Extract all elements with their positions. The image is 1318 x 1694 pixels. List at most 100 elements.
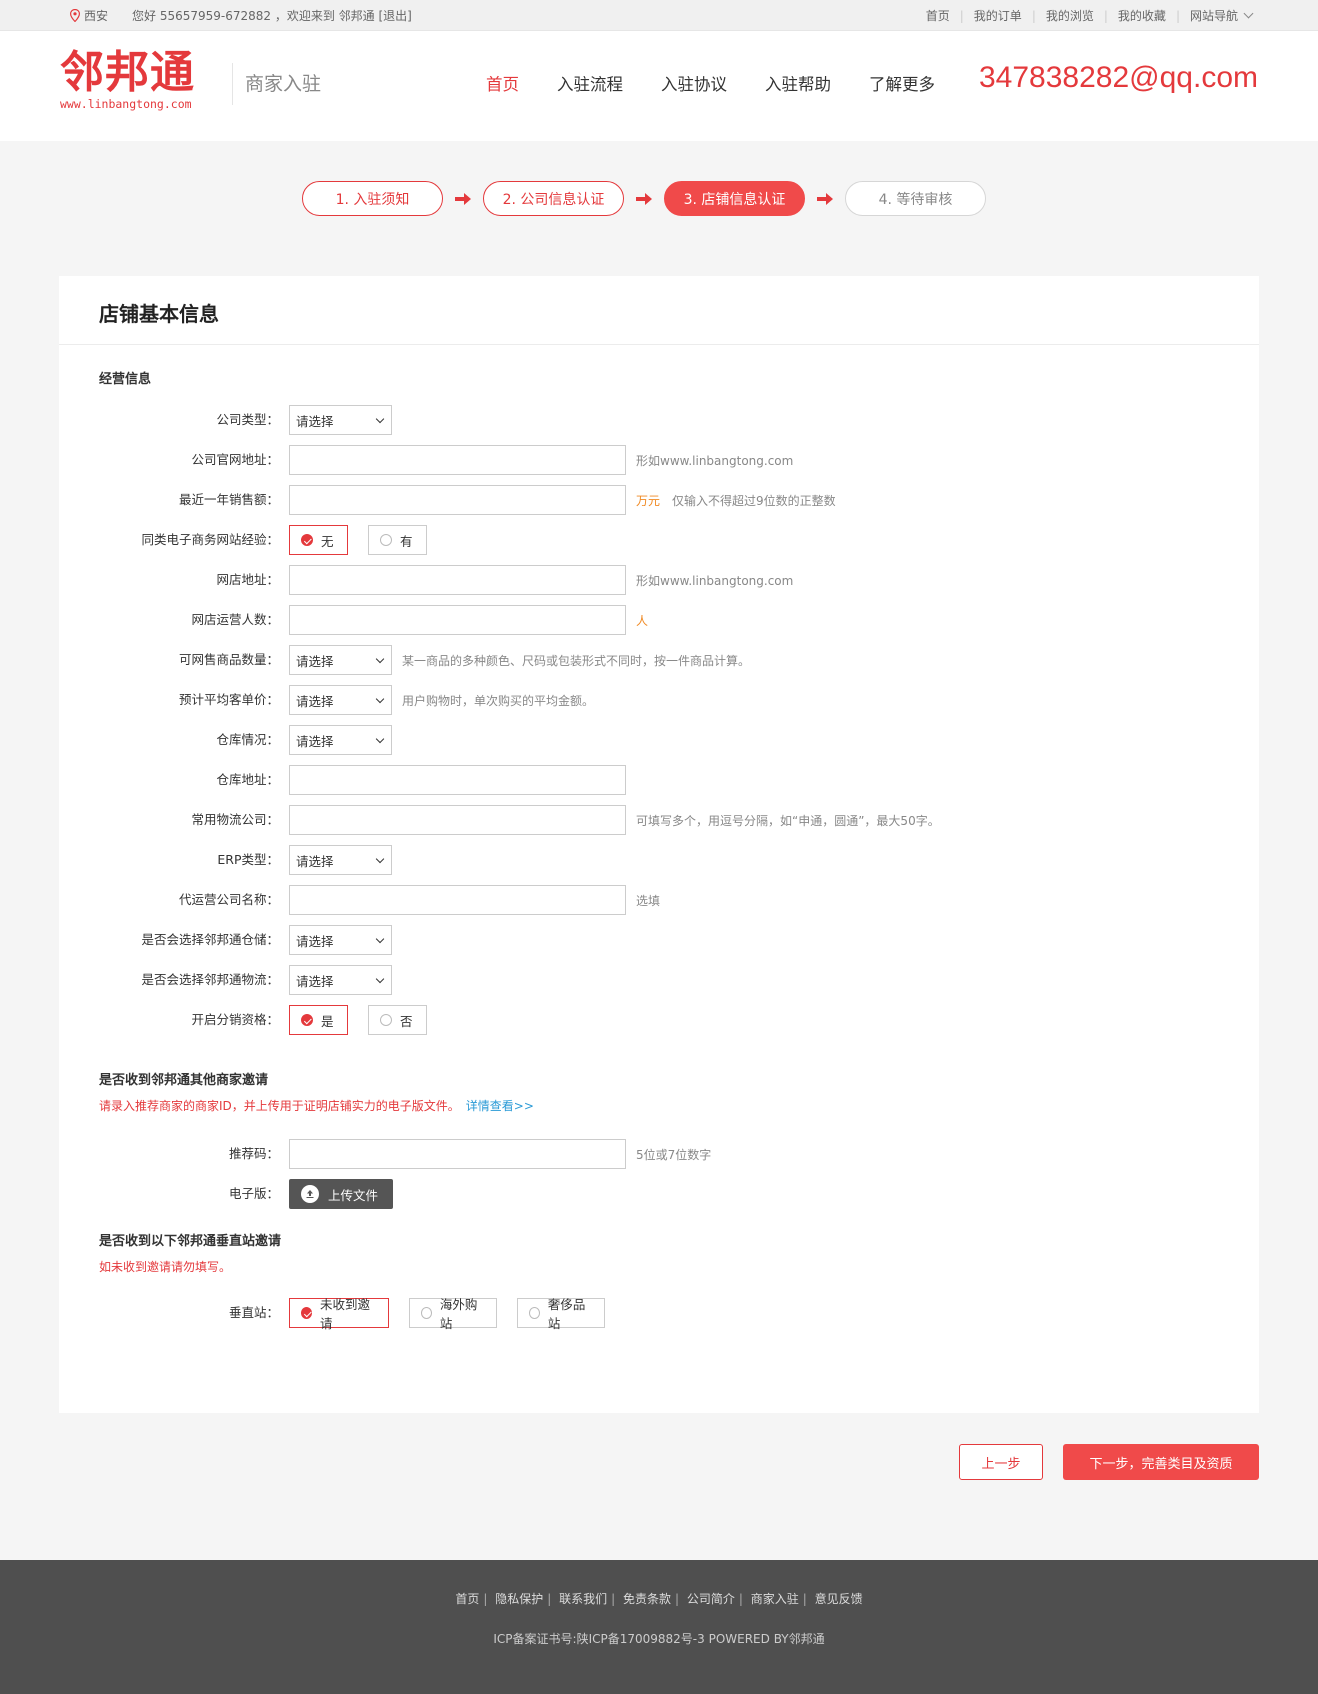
row-product-count: 可网售商品数量： 请选择 某一商品的多种颜色、尺码或包装形式不同时，按一件商品计算… xyxy=(59,645,1259,675)
top-link-home[interactable]: 首页 xyxy=(926,7,950,24)
city-label[interactable]: 西安 xyxy=(84,7,108,24)
logo-url: www.linbangtong.com xyxy=(60,97,192,111)
radio-circle-icon xyxy=(421,1307,432,1319)
nav-agreement[interactable]: 入驻协议 xyxy=(661,71,727,95)
footer-link-contact[interactable]: 联系我们 xyxy=(559,1592,607,1606)
label-erp-type: ERP类型： xyxy=(217,852,279,867)
input-logistics[interactable] xyxy=(289,805,626,835)
unit-staff-count: 人 xyxy=(636,613,649,628)
logo-divider xyxy=(232,63,233,105)
upload-label: 上传文件 xyxy=(328,1187,379,1203)
footer-link-disclaimer[interactable]: 免责条款 xyxy=(623,1592,671,1606)
input-staff-count[interactable] xyxy=(289,605,626,635)
row-electronic: 电子版： 上传文件 xyxy=(59,1179,1259,1209)
radio-circle-icon xyxy=(529,1307,540,1319)
next-step-button[interactable]: 下一步，完善类目及资质 xyxy=(1063,1444,1259,1480)
label-company-site: 公司官网地址： xyxy=(191,452,279,467)
radio-circle-icon xyxy=(380,534,392,546)
select-erp-type[interactable]: 请选择 xyxy=(289,845,392,875)
row-warehouse: 仓库情况： 请选择 xyxy=(59,725,1259,755)
separator: | xyxy=(738,1592,743,1606)
nav-home[interactable]: 首页 xyxy=(486,71,519,95)
hint-annual-sales: 仅输入不得超过9位数的正整数 xyxy=(672,493,836,508)
details-link[interactable]: 详情查看>> xyxy=(466,1099,534,1113)
chevron-down-icon[interactable] xyxy=(1243,8,1254,19)
check-circle-icon xyxy=(301,534,313,546)
input-annual-sales[interactable] xyxy=(289,485,626,515)
footer-link-about[interactable]: 公司简介 xyxy=(687,1592,735,1606)
select-use-logistics[interactable]: 请选择 xyxy=(289,965,392,995)
row-annual-sales: 最近一年销售额： 万元 仅输入不得超过9位数的正整数 xyxy=(59,485,1259,515)
section-vertical-note: 如未收到邀请请勿填写。 xyxy=(99,1260,232,1274)
radio-distribution-no[interactable]: 否 xyxy=(368,1005,427,1035)
row-referral-code: 推荐码： 5位或7位数字 xyxy=(59,1139,1259,1169)
input-referral-code[interactable] xyxy=(289,1139,626,1169)
select-avg-price[interactable]: 请选择 xyxy=(289,685,392,715)
radio-label: 无 xyxy=(321,533,334,549)
radio-vertical-none[interactable]: 未收到邀请 xyxy=(289,1297,389,1331)
row-agency-name: 代运营公司名称： 选填 xyxy=(59,885,1259,915)
radio-circle-icon xyxy=(380,1014,392,1026)
chevron-down-icon xyxy=(375,654,385,664)
input-agency-name[interactable] xyxy=(289,885,626,915)
site-logo[interactable]: 邻邦通 www.linbangtong.com xyxy=(60,49,220,119)
footer-link-home[interactable]: 首页 xyxy=(455,1592,479,1606)
arrow-right-icon xyxy=(805,192,845,205)
greeting-text: 您好 55657959-672882 ，欢迎来到 邻邦通 [退出] xyxy=(132,9,412,23)
radio-ecommerce-yes[interactable]: 有 xyxy=(368,525,427,555)
label-vertical-site: 垂直站： xyxy=(228,1305,279,1320)
radio-vertical-luxury[interactable]: 奢侈品站 xyxy=(517,1297,605,1331)
icp-notice: ICP备案证书号:陕ICP备17009882号-3 POWERED BY邻邦通 xyxy=(493,1632,825,1646)
chevron-down-icon xyxy=(375,974,385,984)
separator: | xyxy=(1175,8,1180,23)
card-divider xyxy=(59,344,1259,345)
select-company-type[interactable]: 请选择 xyxy=(289,405,392,435)
top-link-favorites[interactable]: 我的收藏 xyxy=(1118,7,1166,24)
top-link-orders[interactable]: 我的订单 xyxy=(974,7,1022,24)
radio-label: 有 xyxy=(400,533,413,549)
site-footer: 首页 | 隐私保护 | 联系我们 | 免责条款 | 公司简介 | 商家入驻 | 意见反馈 I… xyxy=(0,1560,1318,1694)
footer-link-feedback[interactable]: 意见反馈 xyxy=(815,1592,863,1606)
footer-link-privacy[interactable]: 隐私保护 xyxy=(495,1592,543,1606)
radio-label: 是 xyxy=(321,1013,334,1029)
input-shop-url[interactable] xyxy=(289,565,626,595)
top-link-history[interactable]: 我的浏览 xyxy=(1046,7,1094,24)
select-value: 请选择 xyxy=(296,973,334,989)
separator: | xyxy=(802,1592,807,1606)
input-company-site[interactable] xyxy=(289,445,626,475)
select-use-storage[interactable]: 请选择 xyxy=(289,925,392,955)
nav-process[interactable]: 入驻流程 xyxy=(557,71,623,95)
radio-vertical-overseas[interactable]: 海外购站 xyxy=(409,1297,497,1331)
step-4[interactable]: 4. 等待审核 xyxy=(845,181,986,216)
nav-help[interactable]: 入驻帮助 xyxy=(765,71,831,95)
section-invite-title: 是否收到邻邦通其他商家邀请 xyxy=(99,1073,269,1088)
radio-ecommerce-no[interactable]: 无 xyxy=(289,525,348,555)
nav-more[interactable]: 了解更多 xyxy=(869,71,935,95)
footer-links: 首页 | 隐私保护 | 联系我们 | 免责条款 | 公司简介 | 商家入驻 | 意见反馈 xyxy=(0,1590,1318,1607)
shop-info-card: 店铺基本信息 经营信息 公司类型： 请选择 公司官网地址： 形如www.linb… xyxy=(59,276,1259,1413)
row-ecommerce-exp: 同类电子商务网站经验： 无 有 xyxy=(59,525,1259,555)
input-warehouse-addr[interactable] xyxy=(289,765,626,795)
select-warehouse[interactable]: 请选择 xyxy=(289,725,392,755)
radio-label: 海外购站 xyxy=(439,1297,478,1331)
radio-distribution-yes[interactable]: 是 xyxy=(289,1005,348,1035)
section-invite-note: 请录入推荐商家的商家ID，并上传用于证明店铺实力的电子版文件。 详情查看>> xyxy=(99,1097,534,1114)
footer-link-merchant[interactable]: 商家入驻 xyxy=(751,1592,799,1606)
top-link-site-nav[interactable]: 网站导航 xyxy=(1190,7,1238,24)
label-electronic: 电子版： xyxy=(228,1186,279,1201)
label-agency-name: 代运营公司名称： xyxy=(178,892,279,907)
row-company-site: 公司官网地址： 形如www.linbangtong.com xyxy=(59,445,1259,475)
row-avg-price: 预计平均客单价： 请选择 用户购物时，单次购买的平均金额。 xyxy=(59,685,1259,715)
separator: | xyxy=(1103,8,1108,23)
unit-annual-sales: 万元 xyxy=(636,493,661,508)
step-3[interactable]: 3. 店铺信息认证 xyxy=(664,181,805,216)
step-2[interactable]: 2. 公司信息认证 xyxy=(483,181,624,216)
step-1[interactable]: 1. 入驻须知 xyxy=(302,181,443,216)
select-product-count[interactable]: 请选择 xyxy=(289,645,392,675)
prev-step-button[interactable]: 上一步 xyxy=(959,1444,1043,1480)
select-value: 请选择 xyxy=(296,413,334,429)
radio-label: 未收到邀请 xyxy=(319,1297,370,1331)
chevron-down-icon xyxy=(375,854,385,864)
upload-file-button[interactable]: 上传文件 xyxy=(289,1179,393,1209)
hint-avg-price: 用户购物时，单次购买的平均金额。 xyxy=(402,693,595,708)
